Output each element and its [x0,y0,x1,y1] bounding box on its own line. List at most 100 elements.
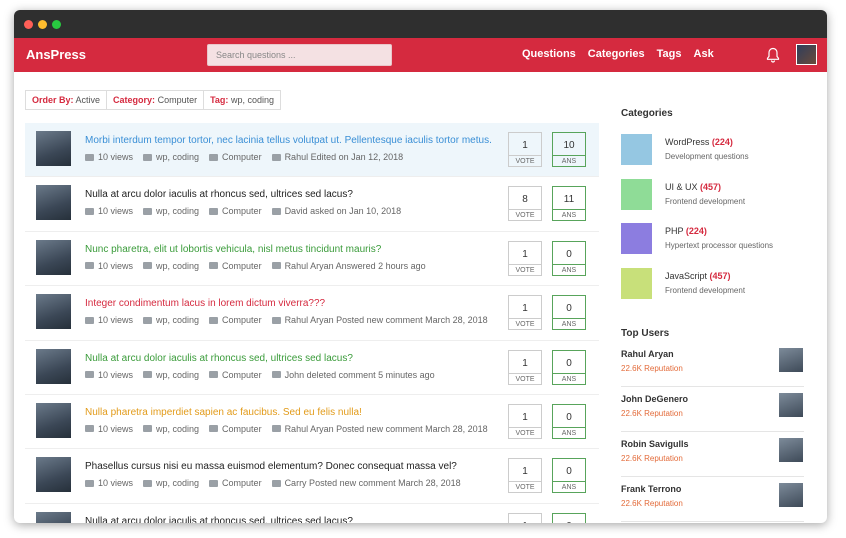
category-name[interactable]: UI & UX (457) [665,182,721,192]
vote-box[interactable]: 1 VOTE [508,295,542,331]
user-avatar[interactable] [779,483,803,507]
answer-box[interactable]: 0 ANS [552,458,586,494]
question-row[interactable]: Phasellus cursus nisi eu massa euismod e… [25,449,599,504]
top-user-item[interactable]: John DeGenero 22.6K Reputation [621,388,804,432]
activity-icon [271,425,281,433]
vote-box[interactable]: 1 [508,512,542,523]
user-name[interactable]: Robin Savigulls [621,439,689,449]
category-text[interactable]: Computer [222,206,262,216]
tags-text[interactable]: wp, coding [156,206,199,216]
nav-tags[interactable]: Tags [657,48,682,60]
category-name[interactable]: JavaScript (457) [665,271,731,281]
answer-box[interactable]: 0 ANS [552,295,586,331]
answer-box[interactable]: 0 ANS [552,403,586,439]
question-row[interactable]: Morbi interdum tempor tortor, nec lacini… [25,123,599,178]
answer-box[interactable]: 10 ANS [552,132,586,167]
tags-text[interactable]: wp, coding [156,315,199,325]
question-meta: 10 views wp, coding Computer Rahul Aryan… [85,315,488,325]
order-by-filter[interactable]: Order By: Active [26,91,108,109]
question-row[interactable]: Nulla at arcu dolor iaculis at rhoncus s… [25,341,599,395]
answer-box[interactable]: 0 ANS [552,240,586,276]
top-user-item[interactable]: Robin Savigulls 22.6K Reputation [621,433,804,477]
tag-filter[interactable]: Tag: wp, coding [204,91,280,109]
answer-box[interactable]: 11 ANS [552,186,586,222]
category-text[interactable]: Computer [222,370,262,380]
filter-value: wp, coding [230,95,274,105]
author-avatar[interactable] [36,294,71,330]
folder-icon [209,371,219,379]
question-title[interactable]: Phasellus cursus nisi eu massa euismod e… [85,461,457,472]
close-window-dot[interactable] [24,20,33,29]
search-input[interactable]: Search questions ... [207,44,392,66]
answer-label: ANS [553,209,585,222]
category-item[interactable]: WordPress (224) Development questions [621,134,811,168]
user-avatar[interactable] [796,44,817,65]
views-count: 10 views [98,260,134,271]
vote-box[interactable]: 1 VOTE [508,349,542,385]
tags-text[interactable]: wp, coding [156,261,199,271]
category-item[interactable]: UI & UX (457) Frontend development [621,178,811,213]
user-avatar[interactable] [779,393,803,417]
user-name[interactable]: Frank Terrono [621,484,681,494]
vote-box[interactable]: 1 VOTE [508,403,542,439]
nav-categories[interactable]: Categories [588,48,645,60]
views-meta: 10 views [85,261,133,271]
question-title[interactable]: Nulla at arcu dolor iaculis at rhoncus s… [85,353,353,364]
minimize-window-dot[interactable] [38,20,47,29]
question-title[interactable]: Nunc pharetra, elit ut lobortis vehicula… [85,244,381,255]
user-reputation: 22.6K Reputation [621,454,683,463]
nav-questions[interactable]: Questions [522,48,576,60]
top-user-item[interactable]: Rahul Aryan 22.6K Reputation [621,343,804,387]
category-filter[interactable]: Category: Computer [107,91,205,109]
author-avatar[interactable] [36,348,71,384]
maximize-window-dot[interactable] [52,20,61,29]
question-row[interactable]: Nulla at arcu dolor iaculis at rhoncus s… [25,177,599,232]
category-text[interactable]: Computer [222,478,262,488]
category-text[interactable]: Computer [222,152,262,162]
user-name[interactable]: John DeGenero [621,394,688,404]
tags-text[interactable]: wp, coding [156,478,199,488]
question-title[interactable]: Nulla pharetra imperdiet sapien ac fauci… [85,407,362,418]
tags-text[interactable]: wp, coding [156,370,199,380]
activity-meta: Rahul Edited on Jan 12, 2018 [271,152,403,162]
author-avatar[interactable] [36,131,71,166]
category-item[interactable]: PHP (224) Hypertext processor questions [621,223,811,257]
category-text[interactable]: Computer [222,261,262,271]
vote-box[interactable]: 1 VOTE [508,132,542,167]
question-title[interactable]: Nulla at arcu dolor iaculis at rhoncus s… [85,516,353,523]
answer-box[interactable]: 0 [552,512,586,523]
question-title[interactable]: Nulla at arcu dolor iaculis at rhoncus s… [85,189,353,200]
vote-box[interactable]: 1 VOTE [508,458,542,494]
author-avatar[interactable] [36,402,71,438]
top-user-item[interactable]: Frank Terrono 22.6K Reputation [621,478,804,522]
brand-logo[interactable]: AnsPress [26,47,86,62]
category-item[interactable]: JavaScript (457) Frontend development [621,267,811,302]
category-name[interactable]: WordPress (224) [665,137,733,147]
author-avatar[interactable] [36,457,71,493]
vote-box[interactable]: 1 VOTE [508,240,542,276]
vote-box[interactable]: 8 VOTE [508,186,542,222]
nav-ask[interactable]: Ask [694,48,714,60]
question-row[interactable]: Nulla at arcu dolor iaculis at rhoncus s… [25,504,599,523]
tags-text[interactable]: wp, coding [156,424,199,434]
category-count: (457) [709,270,731,281]
notification-bell-icon[interactable] [766,47,780,63]
author-avatar[interactable] [36,185,71,221]
user-avatar[interactable] [779,348,803,372]
question-title[interactable]: Morbi interdum tempor tortor, nec lacini… [85,135,492,146]
tag-icon [143,371,153,379]
user-avatar[interactable] [779,438,803,462]
author-avatar[interactable] [36,239,71,275]
views-meta: 10 views [85,370,133,380]
question-title[interactable]: Integer condimentum lacus in lorem dictu… [85,298,325,309]
question-row[interactable]: Nulla pharetra imperdiet sapien ac fauci… [25,395,599,450]
answer-box[interactable]: 0 ANS [552,349,586,385]
tags-text[interactable]: wp, coding [156,152,199,162]
category-name[interactable]: PHP (224) [665,226,707,236]
question-row[interactable]: Integer condimentum lacus in lorem dictu… [25,286,599,341]
user-name[interactable]: Rahul Aryan [621,349,674,359]
category-text[interactable]: Computer [222,315,262,325]
author-avatar[interactable] [36,511,71,523]
question-row[interactable]: Nunc pharetra, elit ut lobortis vehicula… [25,232,599,287]
category-text[interactable]: Computer [222,424,262,434]
